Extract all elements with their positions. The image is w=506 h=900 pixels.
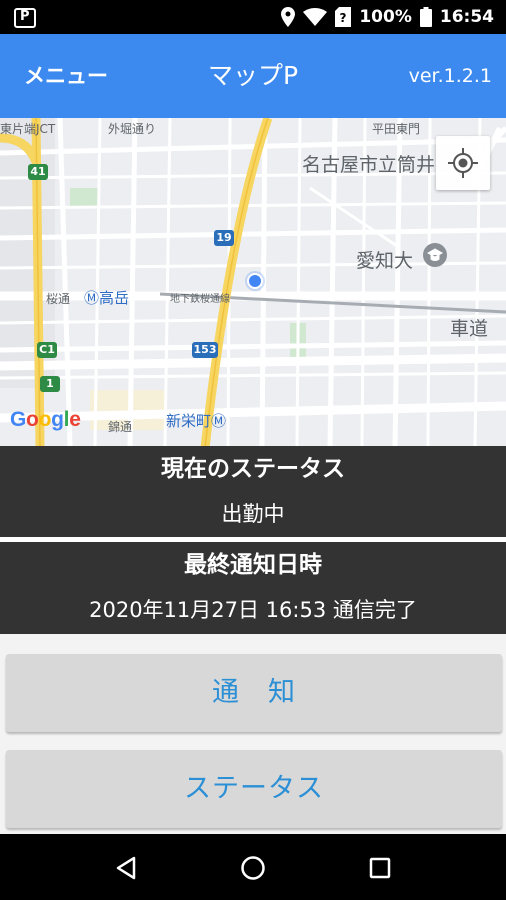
battery-icon [419, 7, 432, 27]
route-shield-41: 41 [28, 164, 48, 180]
notify-button[interactable]: 通 知 [6, 654, 502, 732]
map-label-kinza: 錦通 [108, 420, 133, 434]
map-label-gaibori: 外堀通り [108, 122, 157, 136]
recents-button[interactable] [360, 848, 400, 888]
map-label-sakura: 桜通 [46, 292, 71, 306]
last-notification-panel: 最終通知日時 2020年11月27日 16:53 通信完了 [0, 542, 506, 634]
route-shield-c1: C1 [37, 342, 57, 358]
map-label-hirata: 平田東門 [372, 122, 421, 136]
map-label-takaoka: Ⓜ高岳 [84, 289, 130, 307]
route-shield-19: 19 [214, 230, 234, 246]
status-icons: ? 100% 16:54 [281, 0, 494, 34]
action-area: 通 知 ステータス [0, 634, 506, 834]
p-app-icon [14, 8, 36, 28]
home-icon [241, 856, 265, 880]
current-status-panel: 現在のステータス 出勤中 [0, 446, 506, 537]
school-icon [423, 243, 447, 267]
recents-icon [369, 857, 391, 879]
map-label-subway: 地下鉄桜通線 [170, 294, 230, 305]
current-status-title: 現在のステータス [161, 456, 345, 482]
back-icon [116, 856, 136, 880]
last-notification-title: 最終通知日時 [184, 552, 322, 578]
my-location-icon [448, 148, 478, 178]
status-bar: ? 100% 16:54 [0, 0, 506, 34]
app-bar: メニュー マップP ver.1.2.1 [0, 34, 506, 118]
navigation-bar [0, 834, 506, 900]
map-view[interactable]: 東片端JCT 外堀通り 平田東門 名古屋市立筒井 愛知大 桜通 Ⓜ高岳 地下鉄桜… [0, 118, 506, 446]
route-shield-1: 1 [40, 376, 60, 392]
google-attribution: Google [10, 408, 81, 431]
clock: 16:54 [439, 7, 494, 27]
route-shield-153: 153 [192, 342, 218, 358]
map-label-aichi-univ: 愛知大 [356, 250, 414, 272]
map-label-jct: 東片端JCT [0, 122, 56, 136]
battery-percent: 100% [359, 7, 412, 27]
back-button[interactable] [106, 848, 146, 888]
last-notification-value: 2020年11月27日 16:53 通信完了 [89, 598, 417, 622]
location-icon [281, 7, 296, 27]
app-screen: ? 100% 16:54 メニュー マップP ver.1.2.1 [0, 0, 506, 900]
sim-question-icon: ? [335, 7, 352, 27]
home-button[interactable] [233, 848, 273, 888]
current-status-value: 出勤中 [221, 502, 285, 526]
map-label-nagoya-city: 名古屋市立筒井 [302, 154, 436, 176]
wifi-icon [303, 8, 328, 26]
my-location-button[interactable] [436, 136, 490, 190]
version-label: ver.1.2.1 [408, 65, 492, 87]
map-label-shinsakaemachi: 新栄町Ⓜ [166, 412, 227, 430]
svg-text:?: ? [340, 11, 347, 25]
status-button[interactable]: ステータス [6, 750, 502, 828]
map-label-shakkei: 車道 [450, 318, 489, 340]
